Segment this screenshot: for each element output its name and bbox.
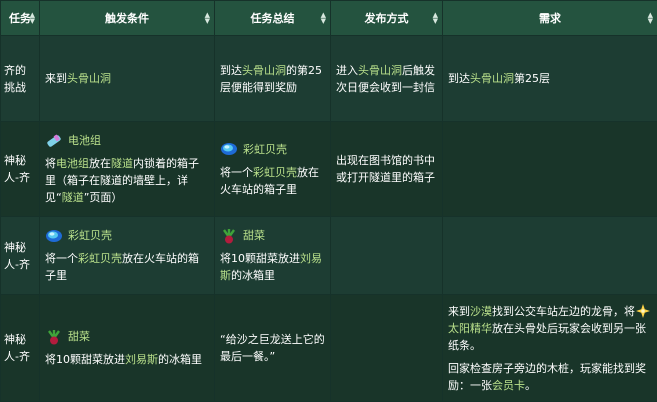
release-cell: 进入头骨山洞后触发次日便会收到一封信 bbox=[331, 36, 443, 122]
header-summary[interactable]: 任务总结▲▼ bbox=[215, 1, 331, 36]
summary-text: 将10颗甜菜放进刘易斯的冰箱里 bbox=[220, 250, 325, 284]
requirement-cell: 来到沙漠找到公交车站左边的龙骨，将太阳精华放在头骨处后玩家会收到另一张纸条。 回… bbox=[443, 295, 657, 402]
item-entry[interactable]: 甜菜 bbox=[45, 328, 209, 345]
battery-pack-icon bbox=[45, 133, 63, 149]
table-row: 神秘人-齐 彩虹贝壳 将一个彩虹贝壳放在火车站的箱子里 bbox=[1, 217, 657, 295]
rainbow-shell-icon bbox=[220, 141, 238, 157]
sort-icon[interactable]: ▲▼ bbox=[433, 12, 438, 24]
header-trigger[interactable]: 触发条件▲▼ bbox=[40, 1, 215, 36]
trigger-cell: 电池组 将电池组放在隧道内锁着的箱子里（箱子在隧道的墙壁上，详见“隧道”页面） bbox=[40, 122, 215, 217]
release-cell bbox=[331, 217, 443, 295]
release-cell: 出现在图书馆的书中或打开隧道里的箱子 bbox=[331, 122, 443, 217]
link-desert[interactable]: 沙漠 bbox=[470, 305, 492, 318]
link-battery-pack[interactable]: 电池组 bbox=[56, 157, 89, 170]
summary-text: 将一个彩虹贝壳放在火车站的箱子里 bbox=[220, 164, 325, 198]
item-entry[interactable]: 电池组 bbox=[45, 132, 209, 149]
quest-name: 神秘人-齐 bbox=[1, 122, 40, 217]
link-rainbow-shell[interactable]: 彩虹贝壳 bbox=[253, 166, 297, 179]
item-entry[interactable]: 彩虹贝壳 bbox=[45, 227, 209, 244]
summary-cell: 到达头骨山洞的第25层便能得到奖励 bbox=[215, 36, 331, 122]
trigger-text: 将电池组放在隧道内锁着的箱子里（箱子在隧道的墙壁上，详见“隧道”页面） bbox=[45, 155, 209, 206]
quest-name: 神秘人-齐 bbox=[1, 295, 40, 402]
link-tunnel[interactable]: 隧道 bbox=[62, 191, 84, 204]
beet-icon bbox=[45, 329, 63, 345]
link-lewis[interactable]: 刘易斯 bbox=[125, 353, 158, 366]
requirement-step-1: 来到沙漠找到公交车站左边的龙骨，将太阳精华放在头骨处后玩家会收到另一张纸条。 bbox=[448, 303, 652, 354]
table-row: 齐的挑战 来到头骨山洞 到达头骨山洞的第25层便能得到奖励 进入头骨山洞后触发次… bbox=[1, 36, 657, 122]
requirement-step-2: 回家检查房子旁边的木桩，玩家能找到奖励：一张会员卡。 bbox=[448, 360, 652, 394]
header-quest[interactable]: 任务▲▼ bbox=[1, 1, 40, 36]
sort-icon[interactable]: ▲▼ bbox=[30, 12, 35, 24]
sort-icon[interactable]: ▲▼ bbox=[205, 12, 210, 24]
trigger-cell: 彩虹贝壳 将一个彩虹贝壳放在火车站的箱子里 bbox=[40, 217, 215, 295]
beet-icon bbox=[220, 228, 238, 244]
header-release[interactable]: 发布方式▲▼ bbox=[331, 1, 443, 36]
link-skull-cavern[interactable]: 头骨山洞 bbox=[242, 64, 286, 77]
header-requirement[interactable]: 需求▲▼ bbox=[443, 1, 657, 36]
solar-essence-icon bbox=[635, 304, 651, 318]
table-row: 神秘人-齐 电池组 将电池组放在隧道内锁着的箱子里（箱子在隧道的墙壁上，详见“隧… bbox=[1, 122, 657, 217]
item-entry[interactable]: 甜菜 bbox=[220, 227, 325, 244]
link-skull-cavern[interactable]: 头骨山洞 bbox=[358, 64, 402, 77]
summary-cell: 彩虹贝壳 将一个彩虹贝壳放在火车站的箱子里 bbox=[215, 122, 331, 217]
requirement-cell bbox=[443, 217, 657, 295]
link-skull-cavern[interactable]: 头骨山洞 bbox=[67, 72, 111, 85]
release-cell bbox=[331, 295, 443, 402]
link-solar-essence[interactable]: 太阳精华 bbox=[448, 322, 492, 335]
trigger-text: 将一个彩虹贝壳放在火车站的箱子里 bbox=[45, 250, 209, 284]
header-row: 任务▲▼ 触发条件▲▼ 任务总结▲▼ 发布方式▲▼ 需求▲▼ bbox=[1, 1, 657, 36]
requirement-cell: 到达头骨山洞第25层 bbox=[443, 36, 657, 122]
trigger-cell: 来到头骨山洞 bbox=[40, 36, 215, 122]
link-tunnel[interactable]: 隧道 bbox=[111, 157, 133, 170]
link-club-card[interactable]: 会员卡 bbox=[492, 379, 525, 392]
trigger-cell: 甜菜 将10颗甜菜放进刘易斯的冰箱里 bbox=[40, 295, 215, 402]
quest-table: 任务▲▼ 触发条件▲▼ 任务总结▲▼ 发布方式▲▼ 需求▲▼ 齐的挑战 来到头骨… bbox=[0, 0, 657, 402]
link-rainbow-shell[interactable]: 彩虹贝壳 bbox=[78, 252, 122, 265]
table-row: 神秘人-齐 甜菜 将10颗甜菜放进刘易斯的冰箱里 “给沙之巨龙送上它的最后一餐。… bbox=[1, 295, 657, 402]
sort-icon[interactable]: ▲▼ bbox=[648, 12, 653, 24]
link-skull-cavern[interactable]: 头骨山洞 bbox=[470, 72, 514, 85]
rainbow-shell-icon bbox=[45, 228, 63, 244]
requirement-cell bbox=[443, 122, 657, 217]
item-entry[interactable]: 彩虹贝壳 bbox=[220, 141, 325, 158]
quest-name: 神秘人-齐 bbox=[1, 217, 40, 295]
summary-cell: “给沙之巨龙送上它的最后一餐。” bbox=[215, 295, 331, 402]
summary-cell: 甜菜 将10颗甜菜放进刘易斯的冰箱里 bbox=[215, 217, 331, 295]
sort-icon[interactable]: ▲▼ bbox=[321, 12, 326, 24]
trigger-text: 将10颗甜菜放进刘易斯的冰箱里 bbox=[45, 351, 209, 368]
quest-name: 齐的挑战 bbox=[1, 36, 40, 122]
